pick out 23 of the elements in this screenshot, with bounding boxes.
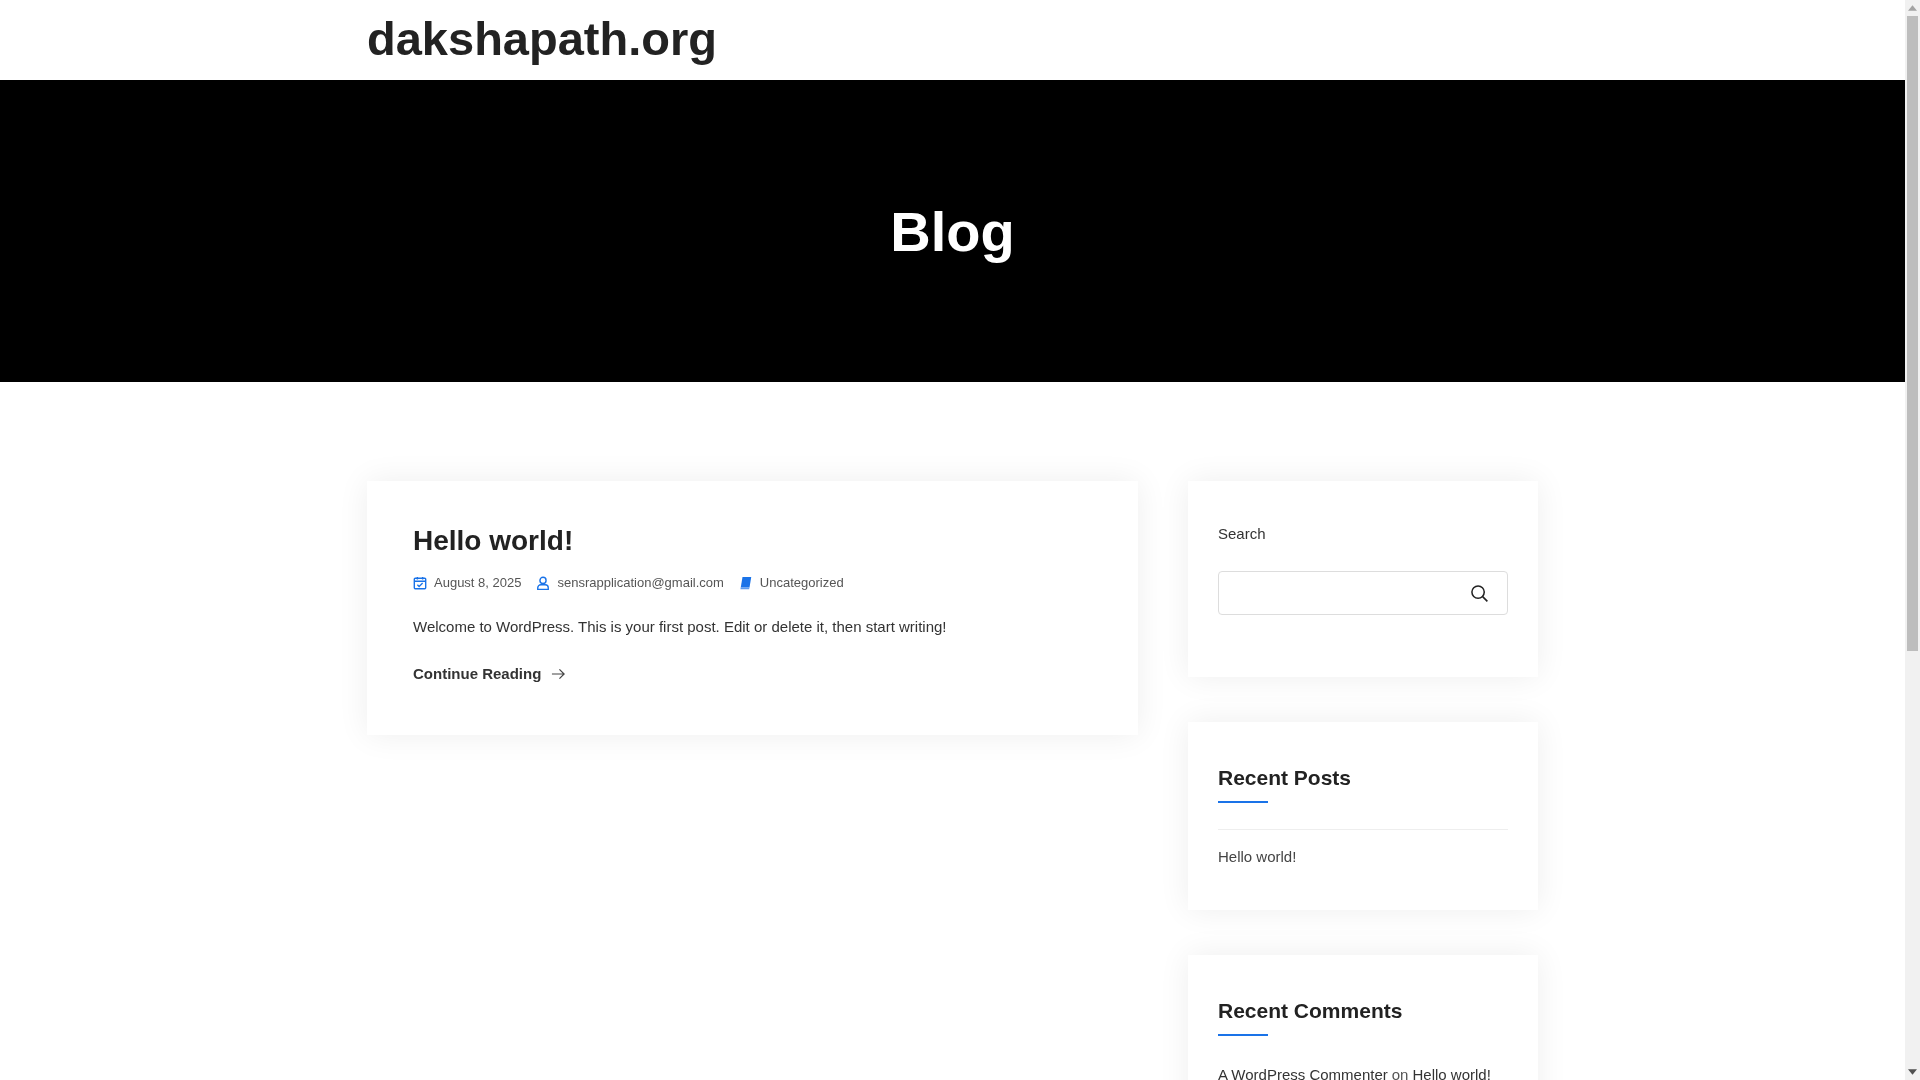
widget-title: Recent Comments (1218, 999, 1403, 1023)
search-label: Search (1218, 525, 1266, 542)
post-category[interactable]: Uncategorized (759, 575, 844, 590)
comment-author-link[interactable]: A WordPress Commenter (1218, 1066, 1388, 1080)
arrow-right-icon (551, 667, 567, 680)
scroll-up-icon[interactable] (1908, 5, 1917, 11)
comment-post-link[interactable]: Hello world! (1412, 1066, 1491, 1080)
comment-connector: on (1391, 1066, 1409, 1080)
post-author[interactable]: sensrapplication@gmail.com (557, 575, 724, 590)
post-excerpt: Welcome to WordPress. This is your first post. Edit or delete it, then start writing! (413, 618, 948, 635)
continue-reading-link[interactable]: Continue Reading (413, 665, 567, 682)
user-icon (536, 575, 551, 590)
calendar-icon (413, 575, 427, 590)
post-date[interactable]: August 8, 2025 (434, 575, 522, 590)
widget-title: Recent Posts (1218, 766, 1352, 790)
search-field[interactable] (1218, 571, 1508, 615)
recent-post-link[interactable]: Hello world! (1218, 848, 1297, 865)
page-title: Blog (890, 198, 1015, 264)
scroll-down-icon[interactable] (1908, 1069, 1917, 1075)
search-icon[interactable] (1470, 583, 1489, 603)
post-title[interactable]: Hello world! (413, 525, 574, 557)
book-icon (738, 575, 753, 590)
scrollbar[interactable] (1905, 0, 1920, 1080)
